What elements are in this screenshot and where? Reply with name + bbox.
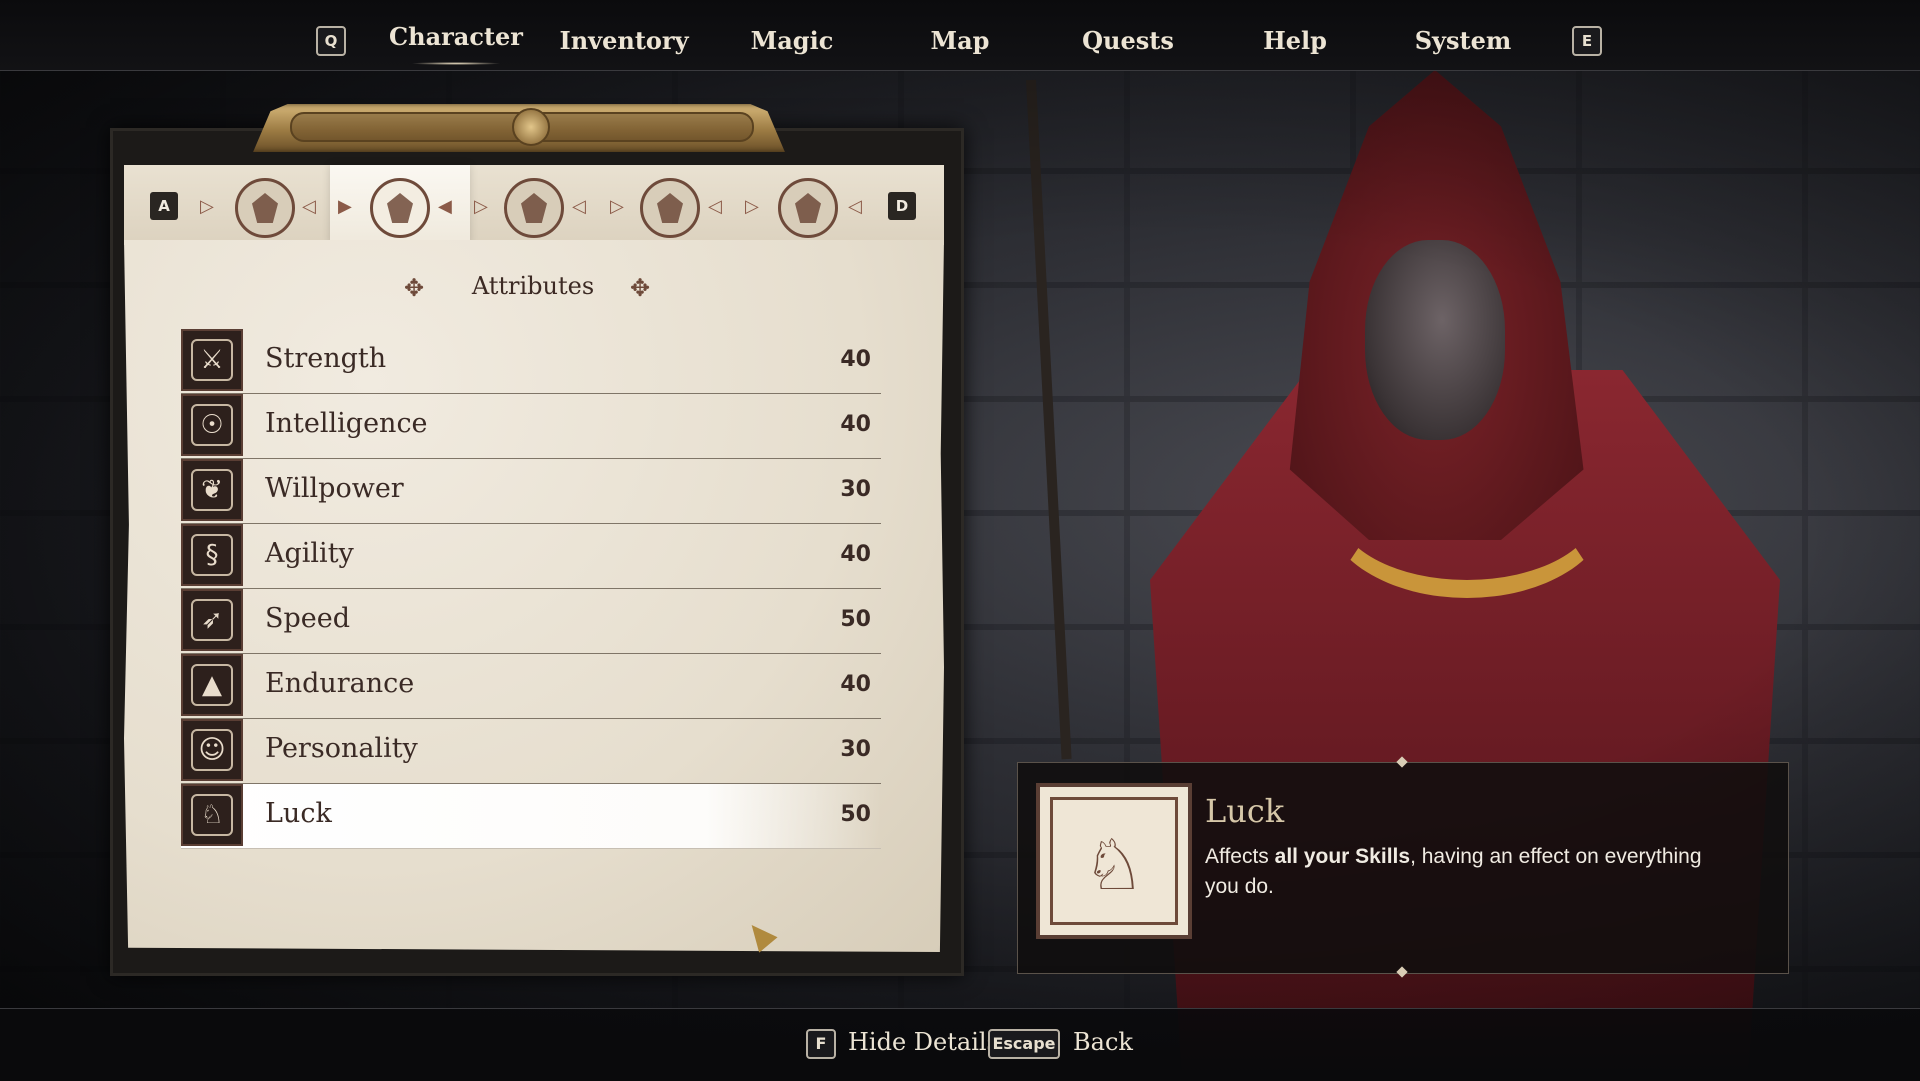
attribute-name: Luck [265, 798, 332, 829]
tab-inventory[interactable]: Inventory [559, 26, 688, 55]
unicorn-icon: ♘ [181, 784, 243, 846]
arrow-left-icon: ◁ [708, 196, 722, 217]
tooltip-description: Affects all your Skills, having an effec… [1205, 845, 1702, 898]
tooltip-title: Luck [1205, 792, 1285, 830]
hide-details-key[interactable]: F [806, 1029, 836, 1059]
attribute-name: Personality [265, 733, 418, 764]
attribute-row-agility[interactable]: § Agility 40 [181, 524, 881, 589]
attribute-row-strength[interactable]: ⚔ Strength 40 [181, 329, 881, 394]
attribute-value: 40 [840, 672, 871, 697]
crown-sigil-icon[interactable] [640, 178, 700, 238]
back-key[interactable]: Escape [988, 1029, 1060, 1059]
arrow-left-icon: ◁ [302, 196, 316, 217]
attribute-row-personality[interactable]: ☺ Personality 30 [181, 719, 881, 784]
attribute-value: 30 [840, 737, 871, 762]
panel-ornament-gem [512, 108, 550, 146]
axe-sigil-icon[interactable] [504, 178, 564, 238]
arrow-left-icon: ◁ [848, 196, 862, 217]
character-sigil-icon[interactable] [370, 178, 430, 238]
unicorn-icon: ♘ [1036, 783, 1192, 939]
attribute-row-intelligence[interactable]: ☉ Intelligence 40 [181, 394, 881, 459]
attribute-row-endurance[interactable]: ▲ Endurance 40 [181, 654, 881, 719]
serpent-icon: § [181, 524, 243, 586]
attribute-value: 50 [840, 802, 871, 827]
sword-icon: ⚔ [181, 329, 243, 391]
tab-quests[interactable]: Quests [1082, 26, 1174, 55]
attribute-name: Endurance [265, 668, 415, 699]
attribute-name: Willpower [265, 473, 404, 504]
attribute-name: Speed [265, 603, 351, 634]
mountain-icon: ▲ [181, 654, 243, 716]
attribute-value: 40 [840, 412, 871, 437]
arrow-right-icon: ▷ [745, 196, 759, 217]
attribute-row-luck[interactable]: ♘ Luck 50 [181, 784, 881, 849]
prev-panel-tab-key[interactable]: A [150, 192, 178, 220]
flower-sigil-icon[interactable] [778, 178, 838, 238]
attribute-value: 30 [840, 477, 871, 502]
next-panel-tab-key[interactable]: D [888, 192, 916, 220]
arrow-left-icon: ◀ [438, 196, 452, 217]
attributes-list: ⚔ Strength 40 ☉ Intelligence 40 ❦ Willpo… [181, 329, 881, 849]
tab-map[interactable]: Map [931, 26, 990, 55]
arrow-right-icon: ▷ [200, 196, 214, 217]
mask-icon: ☺ [181, 719, 243, 781]
next-tab-key[interactable]: E [1572, 26, 1602, 56]
attribute-name: Strength [265, 343, 387, 374]
arrow-right-icon: ▷ [474, 196, 488, 217]
brain-head-icon: ☉ [181, 394, 243, 456]
arrow-icon: ➶ [181, 589, 243, 651]
arrow-right-icon: ▷ [610, 196, 624, 217]
fire-sigil-icon[interactable] [235, 178, 295, 238]
flourish-right-icon: ✥ [630, 274, 651, 302]
tab-help[interactable]: Help [1263, 26, 1327, 55]
feather-icon: ❦ [181, 459, 243, 521]
tab-system[interactable]: System [1415, 26, 1512, 55]
prev-tab-key[interactable]: Q [316, 26, 346, 56]
attribute-value: 40 [840, 347, 871, 372]
hide-details-button[interactable]: Hide Details [848, 1028, 999, 1056]
attribute-name: Intelligence [265, 408, 428, 439]
attribute-row-speed[interactable]: ➶ Speed 50 [181, 589, 881, 654]
top-navigation: Q Character Inventory Magic Map Quests H… [0, 0, 1920, 71]
attribute-value: 50 [840, 607, 871, 632]
attribute-value: 40 [840, 542, 871, 567]
section-title: Attributes [471, 272, 595, 300]
arrow-left-icon: ◁ [572, 196, 586, 217]
attribute-row-willpower[interactable]: ❦ Willpower 30 [181, 459, 881, 524]
tab-character[interactable]: Character [389, 22, 523, 51]
tab-magic[interactable]: Magic [751, 26, 834, 55]
arrow-right-icon: ▶ [338, 196, 352, 217]
attribute-name: Agility [265, 538, 354, 569]
back-button[interactable]: Back [1073, 1028, 1133, 1056]
